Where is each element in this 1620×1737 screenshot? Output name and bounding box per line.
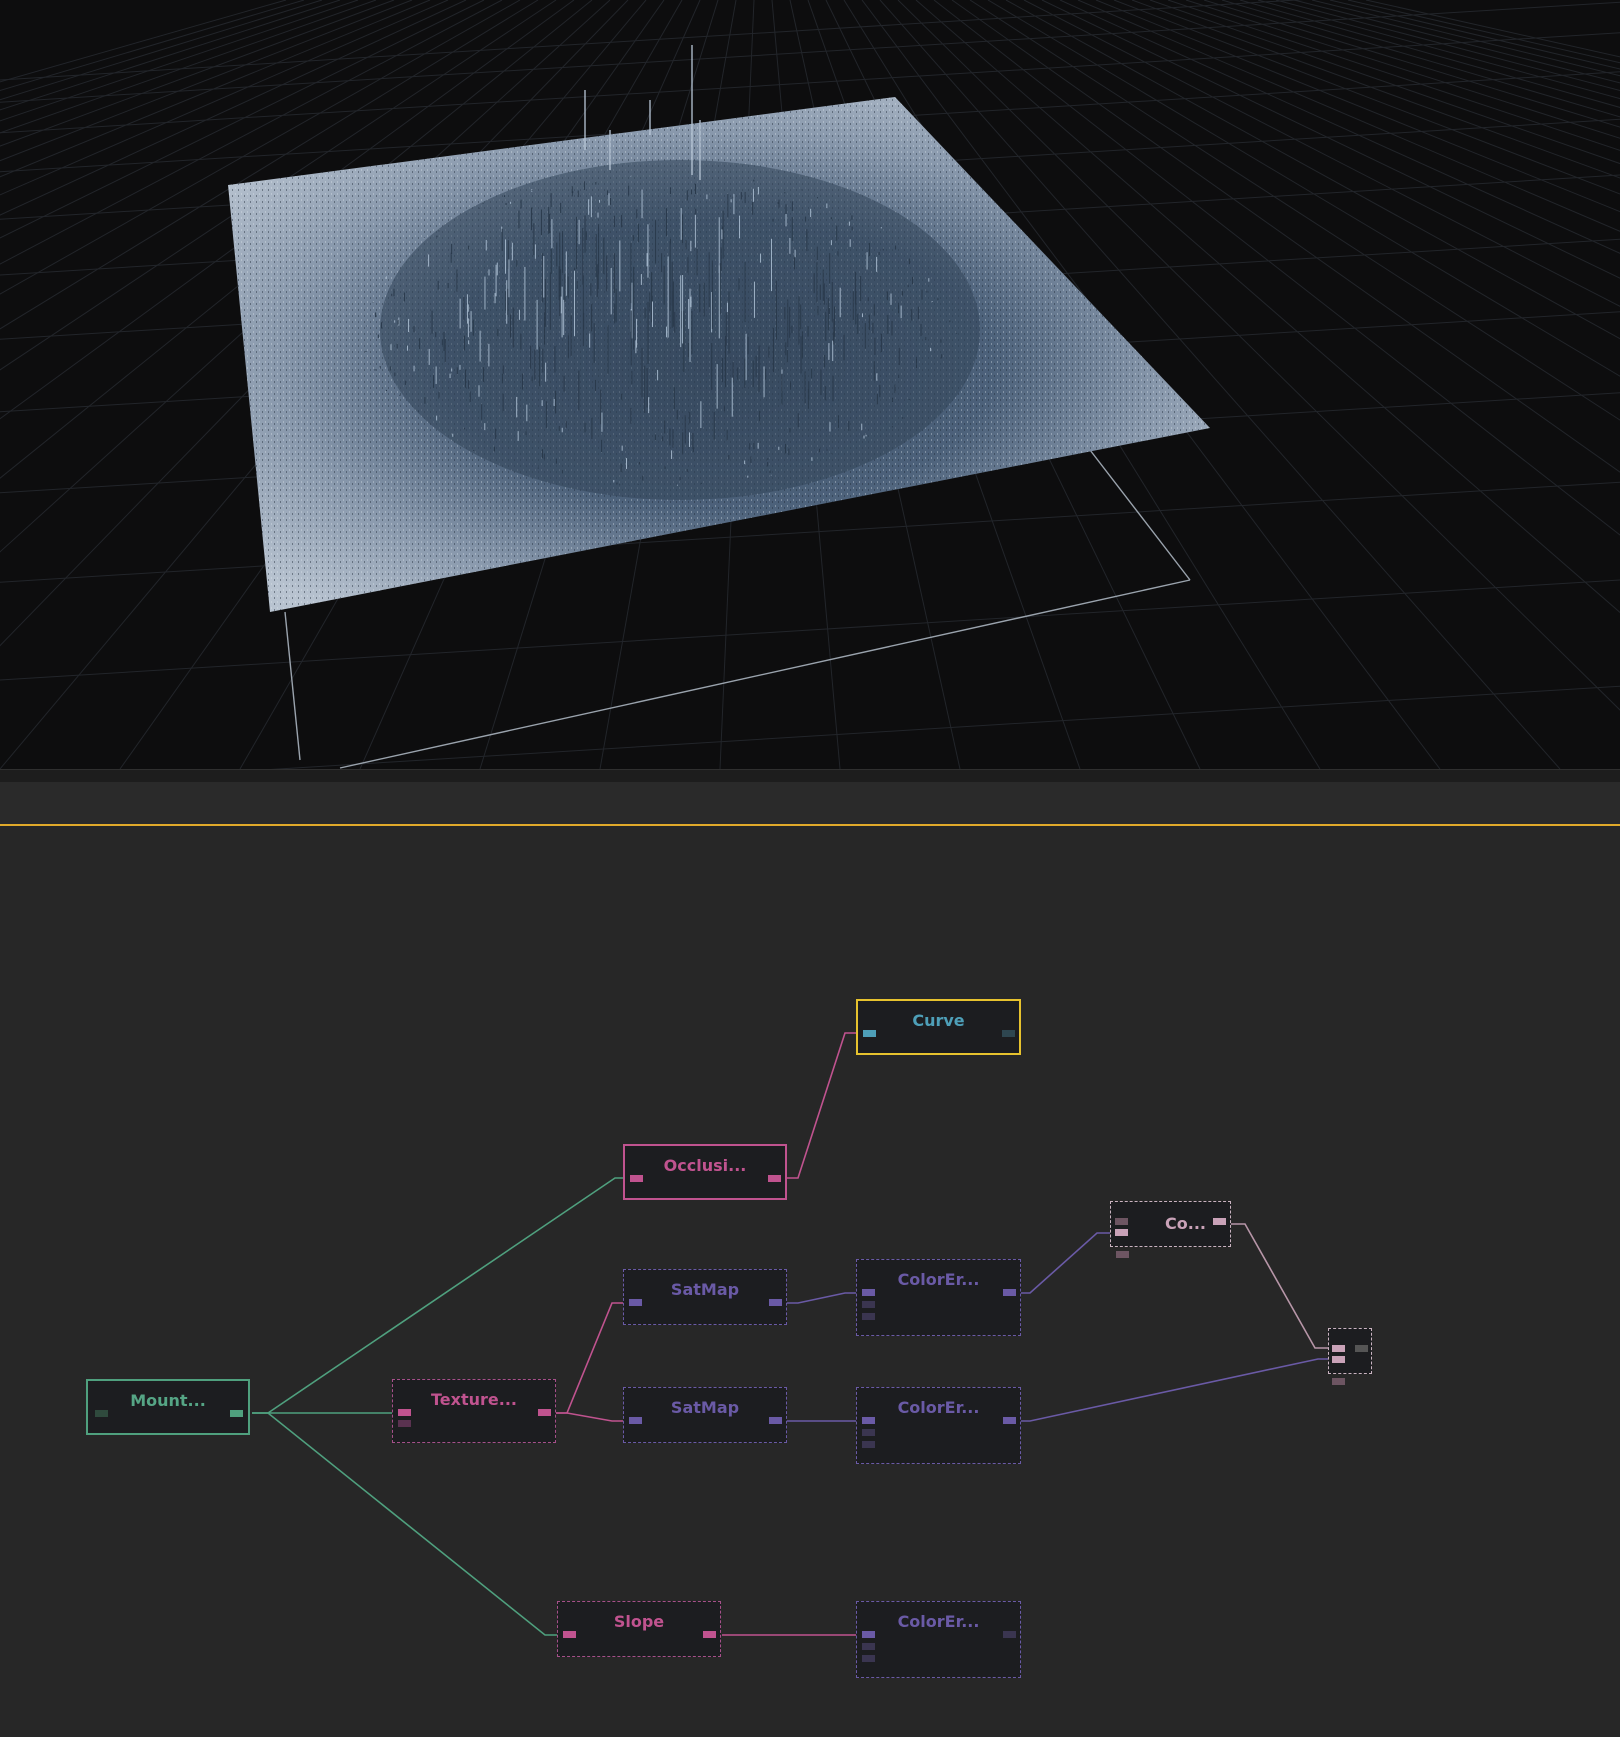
graph-toolbar (0, 782, 1620, 825)
node-colorerode-3[interactable]: ColorEr... (856, 1601, 1021, 1678)
input-port[interactable] (862, 1643, 875, 1650)
wire-satmap1-colorerode1 (786, 1292, 858, 1304)
node-satmap-2[interactable]: SatMap (623, 1387, 787, 1443)
output-port[interactable] (538, 1409, 551, 1416)
input-port[interactable] (862, 1301, 875, 1308)
input-port[interactable] (563, 1631, 576, 1638)
wire-mountain-slope (252, 1412, 558, 1636)
graph-wires (252, 1032, 1333, 1636)
node-colorerode-2[interactable]: ColorEr... (856, 1387, 1021, 1464)
input-port[interactable] (863, 1030, 876, 1037)
node-label: ColorEr... (897, 1398, 980, 1417)
output-port[interactable] (230, 1410, 243, 1417)
output-port[interactable] (1003, 1289, 1016, 1296)
node-label: ColorEr... (897, 1612, 980, 1631)
node-mountain[interactable]: Mount... (86, 1379, 250, 1435)
wire-colorerode2-output (1018, 1358, 1333, 1422)
node-label: Slope (613, 1612, 665, 1631)
output-port[interactable] (1213, 1218, 1226, 1225)
input-port[interactable] (1332, 1345, 1345, 1352)
output-port[interactable] (1002, 1030, 1015, 1037)
input-port[interactable] (630, 1175, 643, 1182)
wire-texture-satmap2 (555, 1412, 627, 1422)
node-occlusion[interactable]: Occlusi... (623, 1144, 787, 1200)
input-port[interactable] (629, 1417, 642, 1424)
input-port[interactable] (1115, 1218, 1128, 1225)
wire-texture-satmap1 (555, 1302, 627, 1414)
wire-occlusion-curve (786, 1032, 858, 1179)
input-port[interactable] (629, 1299, 642, 1306)
output-port[interactable] (703, 1631, 716, 1638)
combine-extra-port[interactable] (1116, 1251, 1129, 1258)
input-port[interactable] (862, 1289, 875, 1296)
output-port[interactable] (769, 1417, 782, 1424)
node-label: ColorEr... (897, 1270, 980, 1289)
input-port[interactable] (862, 1631, 875, 1638)
input-port[interactable] (398, 1420, 411, 1427)
input-port[interactable] (862, 1313, 875, 1320)
output-port[interactable] (768, 1175, 781, 1182)
node-colorerode-1[interactable]: ColorEr... (856, 1259, 1021, 1336)
wire-colorerode1-combine (1018, 1232, 1113, 1294)
input-port[interactable] (1115, 1229, 1128, 1236)
terrain-render (0, 0, 1620, 769)
node-label: SatMap (670, 1280, 740, 1299)
node-texture[interactable]: Texture... (392, 1379, 556, 1443)
input-port[interactable] (862, 1417, 875, 1424)
node-combine[interactable]: Co... (1110, 1201, 1231, 1247)
input-port[interactable] (862, 1441, 875, 1448)
node-curve[interactable]: Curve (856, 999, 1021, 1055)
output-port[interactable] (1003, 1631, 1016, 1638)
node-label: Occlusi... (663, 1156, 747, 1175)
output-port[interactable] (1355, 1345, 1368, 1352)
wire-mountain-occlusion (252, 1177, 627, 1414)
node-graph[interactable]: Mount... Texture... Occlusi... Curve Sat… (0, 826, 1620, 1737)
node-slope[interactable]: Slope (557, 1601, 721, 1657)
input-port[interactable] (95, 1410, 108, 1417)
node-label: Mount... (130, 1391, 206, 1410)
output-port[interactable] (769, 1299, 782, 1306)
output-extra-port[interactable] (1332, 1378, 1345, 1385)
panel-splitter[interactable] (0, 769, 1620, 782)
input-port[interactable] (862, 1429, 875, 1436)
node-satmap-1[interactable]: SatMap (623, 1269, 787, 1325)
output-port[interactable] (1003, 1417, 1016, 1424)
input-port[interactable] (862, 1655, 875, 1662)
node-label: Texture... (431, 1390, 517, 1409)
input-port[interactable] (1332, 1356, 1345, 1363)
3d-viewport[interactable] (0, 0, 1620, 769)
node-output[interactable] (1328, 1328, 1372, 1374)
node-label: SatMap (670, 1398, 740, 1417)
wire-combine-output (1230, 1223, 1333, 1349)
input-port[interactable] (398, 1409, 411, 1416)
node-label: Curve (912, 1011, 965, 1030)
